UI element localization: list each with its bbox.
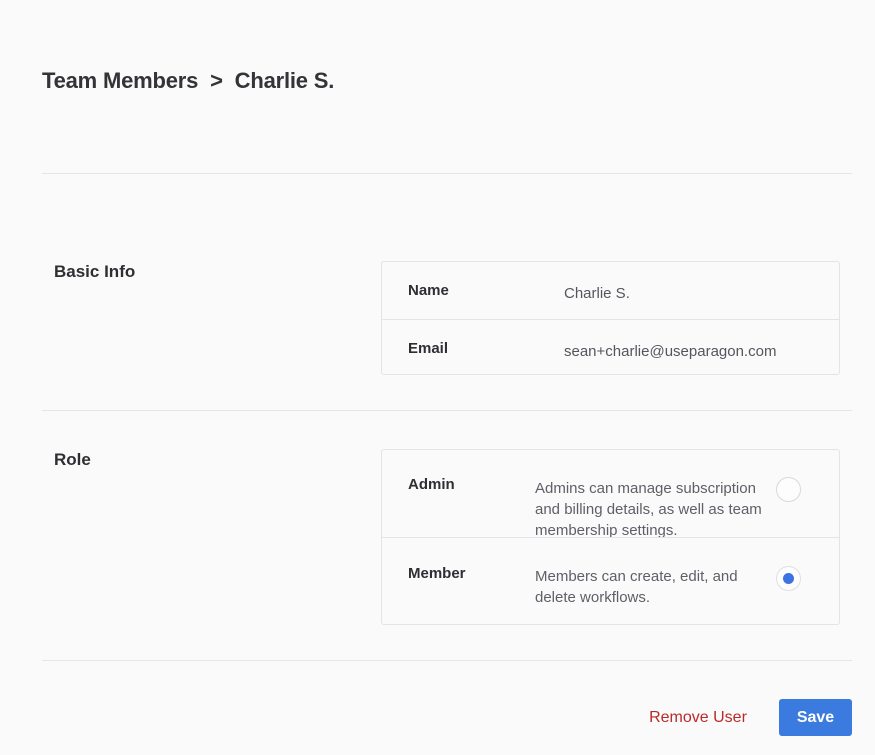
basic-info-title: Basic Info <box>54 262 136 281</box>
member-description: Members can create, edit, and delete wor… <box>535 568 738 606</box>
header-divider <box>42 173 852 174</box>
role-option-admin[interactable]: Admin Admins can manage subscription and… <box>382 450 839 539</box>
role-option-member[interactable]: Member Members can create, edit, and del… <box>382 537 839 625</box>
member-label: Member <box>408 565 466 582</box>
remove-user-button[interactable]: Remove User <box>640 699 756 736</box>
basic-info-card: Name Charlie S. Email sean+charlie@usepa… <box>381 261 840 375</box>
name-label: Name <box>408 282 449 299</box>
breadcrumb-separator: > <box>210 68 223 93</box>
name-value: Charlie S. <box>564 285 630 302</box>
member-radio[interactable] <box>776 566 801 591</box>
email-label: Email <box>408 340 449 357</box>
role-card: Admin Admins can manage subscription and… <box>381 449 840 625</box>
breadcrumb: Team Members > Charlie S. <box>42 68 334 94</box>
breadcrumb-team-members-link[interactable]: Team Members <box>42 68 198 93</box>
admin-description: Admins can manage subscription and billi… <box>535 480 762 539</box>
footer-divider <box>42 660 852 661</box>
admin-radio[interactable] <box>776 477 801 502</box>
section-divider <box>42 410 852 411</box>
team-member-detail-page: Team Members > Charlie S. Basic Info Nam… <box>0 0 875 755</box>
email-value: sean+charlie@useparagon.com <box>564 343 777 360</box>
email-row: Email sean+charlie@useparagon.com <box>382 319 839 375</box>
admin-label: Admin <box>408 476 455 493</box>
breadcrumb-current: Charlie S. <box>234 68 335 93</box>
save-button[interactable]: Save <box>779 699 852 736</box>
name-row: Name Charlie S. <box>382 262 839 319</box>
role-title: Role <box>54 450 91 469</box>
